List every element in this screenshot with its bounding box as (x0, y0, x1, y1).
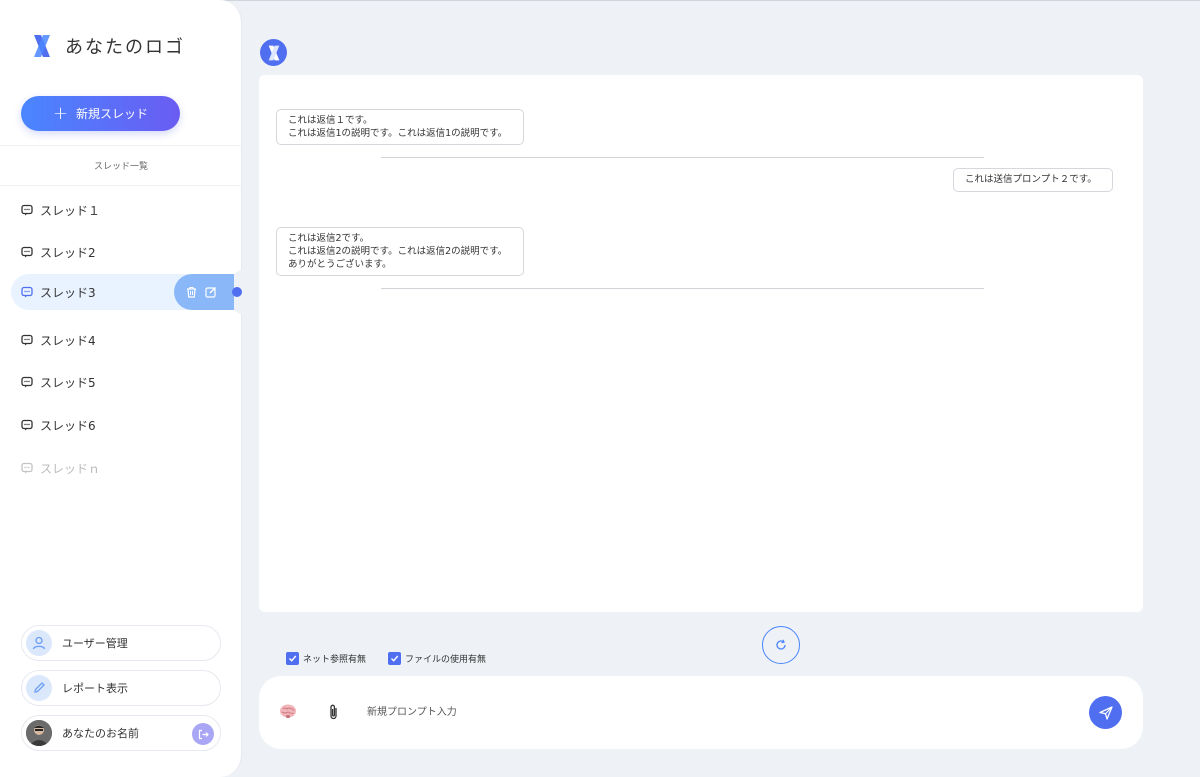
chat-panel: これは返信１です。 これは返信1の説明です。これは返信1の説明です。 これは送信… (259, 75, 1143, 612)
report-label: レポート表示 (62, 682, 128, 695)
chat-bubble-icon (21, 204, 33, 216)
prompt-input[interactable] (367, 702, 1067, 722)
thread-item-2[interactable]: スレッド2 (11, 234, 235, 270)
thread-item-n[interactable]: スレッドｎ (11, 450, 235, 486)
thread-label: スレッド5 (40, 375, 96, 390)
thread-label: スレッド2 (40, 245, 96, 260)
thread-label: スレッド6 (40, 418, 96, 433)
avatar (26, 720, 52, 746)
user-management-button[interactable]: ユーザー管理 (21, 625, 221, 661)
chat-bubble-icon (21, 376, 33, 388)
brain-icon[interactable] (279, 703, 297, 719)
message-divider (381, 157, 984, 158)
thread-label: スレッドｎ (40, 461, 101, 476)
check-icon (391, 655, 399, 662)
thread-list-header-text: スレッド一覧 (93, 162, 148, 172)
logout-icon[interactable] (192, 723, 214, 745)
composer (259, 676, 1143, 749)
thread-item-5[interactable]: スレッド5 (11, 364, 235, 400)
refresh-icon (776, 639, 786, 650)
user-profile[interactable]: あなたのお名前 (21, 715, 221, 751)
file-use-label: ファイルの使用有無 (405, 655, 487, 665)
trash-icon[interactable] (184, 285, 198, 299)
chat-bubble-icon (21, 462, 33, 474)
logo[interactable]: あなたのロゴ (32, 33, 185, 59)
net-reference-label: ネット参照有無 (303, 655, 367, 665)
new-thread-label: 新規スレッド (76, 107, 149, 121)
message-line: これは送信プロンプト２です。 (965, 174, 1097, 185)
user-icon (26, 630, 52, 656)
bot-message-1: これは返信１です。 これは返信1の説明です。これは返信1の説明です。 (276, 109, 524, 145)
thread-item-1[interactable]: スレッド１ (11, 192, 235, 228)
edit-icon[interactable] (204, 285, 218, 299)
net-reference-option[interactable]: ネット参照有無 (286, 652, 366, 665)
file-use-option[interactable]: ファイルの使用有無 (388, 652, 486, 665)
plus-icon: + (52, 103, 69, 124)
logo-icon (34, 35, 50, 57)
thread-actions (174, 274, 234, 310)
message-line: これは返信2です。 (288, 233, 370, 244)
logo-text: あなたのロゴ (65, 37, 185, 58)
check-icon (289, 655, 297, 662)
message-divider (381, 288, 984, 289)
pencil-icon (26, 675, 52, 701)
thread-label: スレッド１ (40, 203, 101, 218)
user-management-label: ユーザー管理 (62, 637, 128, 650)
thread-label: スレッド3 (40, 285, 96, 300)
thread-label: スレッド4 (40, 333, 96, 348)
new-thread-button[interactable]: + 新規スレッド (21, 96, 180, 131)
regenerate-button[interactable] (762, 626, 800, 664)
user-name: あなたのお名前 (62, 727, 139, 740)
bot-avatar-icon (260, 39, 287, 66)
chat-bubble-icon (21, 286, 33, 298)
bot-message-2: これは返信2です。 これは返信2の説明です。これは返信2の説明です。 ありがとう… (276, 227, 524, 276)
thread-item-6[interactable]: スレッド6 (11, 407, 235, 443)
attachment-icon[interactable] (327, 703, 341, 721)
thread-item-4[interactable]: スレッド4 (11, 322, 235, 358)
chat-bubble-icon (21, 334, 33, 346)
net-reference-checkbox[interactable] (286, 652, 299, 665)
send-button[interactable] (1089, 696, 1122, 729)
message-line: これは返信1の説明です。これは返信1の説明です。 (288, 128, 508, 139)
active-thread-indicator (232, 287, 242, 297)
file-use-checkbox[interactable] (388, 652, 401, 665)
chat-bubble-icon (21, 419, 33, 431)
message-line: これは返信１です。 (288, 115, 373, 126)
report-button[interactable]: レポート表示 (21, 670, 221, 706)
message-line: これは返信2の説明です。これは返信2の説明です。 (288, 246, 508, 257)
chat-bubble-icon (21, 246, 33, 258)
user-message-1: これは送信プロンプト２です。 (953, 168, 1113, 192)
message-line: ありがとうございます。 (288, 259, 392, 270)
send-icon (1098, 705, 1113, 720)
thread-list-header: スレッド一覧 (0, 145, 242, 186)
